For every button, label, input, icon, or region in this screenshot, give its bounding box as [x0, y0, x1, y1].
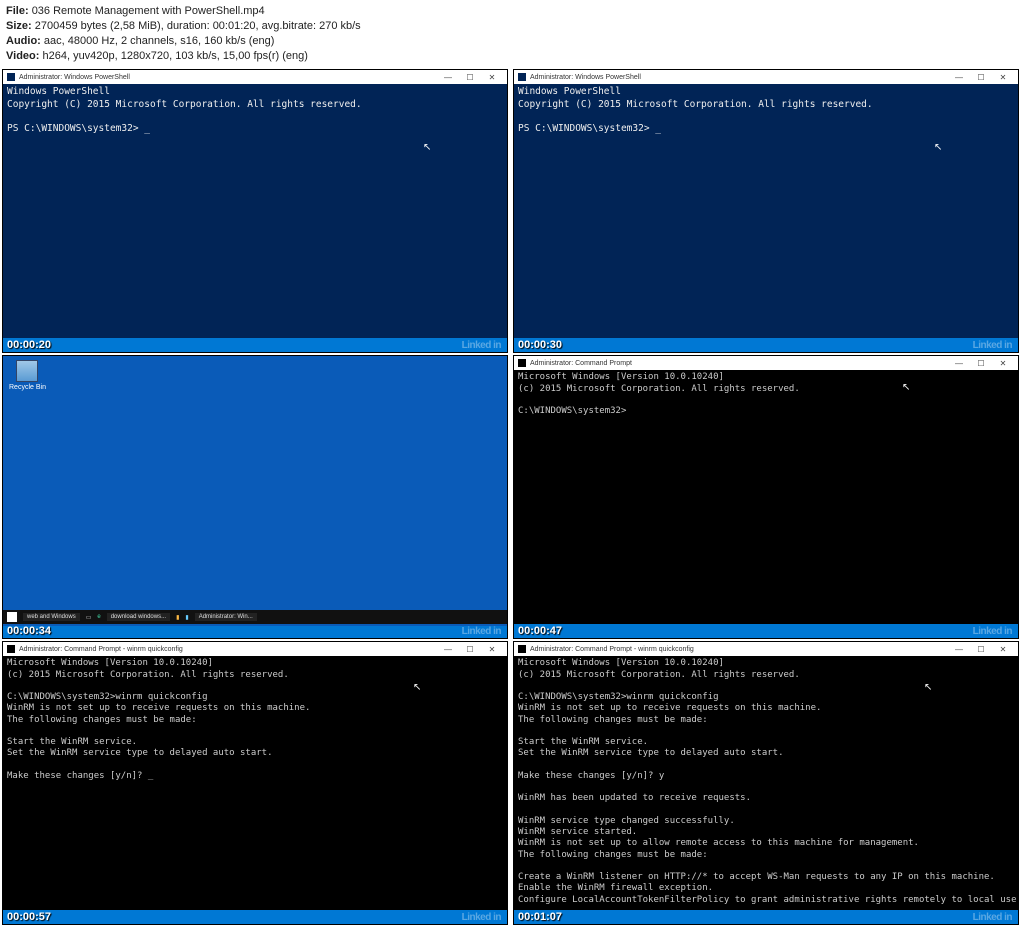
powershell-console[interactable]: Windows PowerShell Copyright (C) 2015 Mi…: [3, 84, 507, 340]
recycle-bin-icon: [16, 360, 38, 382]
minimize-button[interactable]: —: [437, 73, 459, 82]
maximize-button[interactable]: ☐: [459, 645, 481, 654]
minimize-button[interactable]: —: [437, 645, 459, 654]
bottom-bar: [514, 624, 1018, 638]
cmd-console[interactable]: Microsoft Windows [Version 10.0.10240] (…: [514, 370, 1018, 626]
timestamp: 00:00:47: [518, 625, 562, 637]
bottom-bar: [3, 910, 507, 924]
maximize-button[interactable]: ☐: [970, 359, 992, 368]
window-title: Administrator: Windows PowerShell: [530, 74, 948, 81]
bottom-bar: [3, 338, 507, 352]
window-title: Administrator: Windows PowerShell: [19, 74, 437, 81]
watermark: Linked in: [973, 912, 1012, 923]
bottom-bar: [514, 910, 1018, 924]
start-button[interactable]: [7, 612, 17, 622]
windows-desktop[interactable]: Recycle Bin: [3, 356, 507, 626]
window-title: Administrator: Command Prompt - winrm qu…: [19, 646, 437, 653]
thumbnail-3: Recycle Bin web and Windows ▭ e download…: [2, 355, 508, 639]
maximize-button[interactable]: ☐: [459, 73, 481, 82]
maximize-button[interactable]: ☐: [970, 73, 992, 82]
thumbnail-6: Administrator: Command Prompt - winrm qu…: [513, 641, 1019, 925]
search-box[interactable]: web and Windows: [23, 613, 80, 621]
watermark: Linked in: [973, 626, 1012, 637]
minimize-button[interactable]: —: [948, 73, 970, 82]
recycle-bin-label: Recycle Bin: [9, 384, 46, 391]
close-button[interactable]: ✕: [992, 73, 1014, 82]
titlebar[interactable]: Administrator: Command Prompt - winrm qu…: [514, 642, 1018, 656]
recycle-bin[interactable]: Recycle Bin: [9, 360, 46, 391]
timestamp: 00:00:57: [7, 911, 51, 923]
powershell-icon: [518, 73, 526, 81]
explorer-icon[interactable]: ▮: [176, 614, 179, 621]
window-title: Administrator: Command Prompt - winrm qu…: [530, 646, 948, 653]
cmd-icon: [7, 645, 15, 653]
titlebar[interactable]: Administrator: Windows PowerShell — ☐ ✕: [514, 70, 1018, 84]
close-button[interactable]: ✕: [992, 645, 1014, 654]
close-button[interactable]: ✕: [992, 359, 1014, 368]
cmd-console[interactable]: Microsoft Windows [Version 10.0.10240] (…: [3, 656, 507, 912]
taskbar-item[interactable]: Administrator: Win...: [195, 613, 257, 621]
minimize-button[interactable]: —: [948, 359, 970, 368]
titlebar[interactable]: Administrator: Command Prompt - winrm qu…: [3, 642, 507, 656]
maximize-button[interactable]: ☐: [970, 645, 992, 654]
powershell-icon: [7, 73, 15, 81]
window-title: Administrator: Command Prompt: [530, 360, 948, 367]
watermark: Linked in: [973, 340, 1012, 351]
thumbnail-1: Administrator: Windows PowerShell — ☐ ✕ …: [2, 69, 508, 353]
watermark: Linked in: [462, 340, 501, 351]
cmd-icon: [518, 645, 526, 653]
watermark: Linked in: [462, 626, 501, 637]
titlebar[interactable]: Administrator: Command Prompt — ☐ ✕: [514, 356, 1018, 370]
timestamp: 00:01:07: [518, 911, 562, 923]
edge-icon[interactable]: e: [97, 614, 100, 620]
store-icon[interactable]: ▮: [185, 614, 188, 621]
bottom-bar: [514, 338, 1018, 352]
cmd-icon: [518, 359, 526, 367]
watermark: Linked in: [462, 912, 501, 923]
timestamp: 00:00:20: [7, 339, 51, 351]
timestamp: 00:00:34: [7, 625, 51, 637]
taskbar[interactable]: web and Windows ▭ e download windows... …: [3, 610, 507, 624]
thumbnail-4: Administrator: Command Prompt — ☐ ✕ Micr…: [513, 355, 1019, 639]
powershell-console[interactable]: Windows PowerShell Copyright (C) 2015 Mi…: [514, 84, 1018, 340]
thumbnail-2: Administrator: Windows PowerShell — ☐ ✕ …: [513, 69, 1019, 353]
close-button[interactable]: ✕: [481, 73, 503, 82]
file-info-header: File: 036 Remote Management with PowerSh…: [0, 0, 1024, 67]
titlebar[interactable]: Administrator: Windows PowerShell — ☐ ✕: [3, 70, 507, 84]
taskbar-item[interactable]: download windows...: [107, 613, 170, 621]
close-button[interactable]: ✕: [481, 645, 503, 654]
thumbnail-5: Administrator: Command Prompt - winrm qu…: [2, 641, 508, 925]
cmd-console[interactable]: Microsoft Windows [Version 10.0.10240] (…: [514, 656, 1018, 912]
minimize-button[interactable]: —: [948, 645, 970, 654]
timestamp: 00:00:30: [518, 339, 562, 351]
thumbnail-grid: Administrator: Windows PowerShell — ☐ ✕ …: [0, 67, 1024, 927]
task-view-icon[interactable]: ▭: [86, 614, 92, 621]
